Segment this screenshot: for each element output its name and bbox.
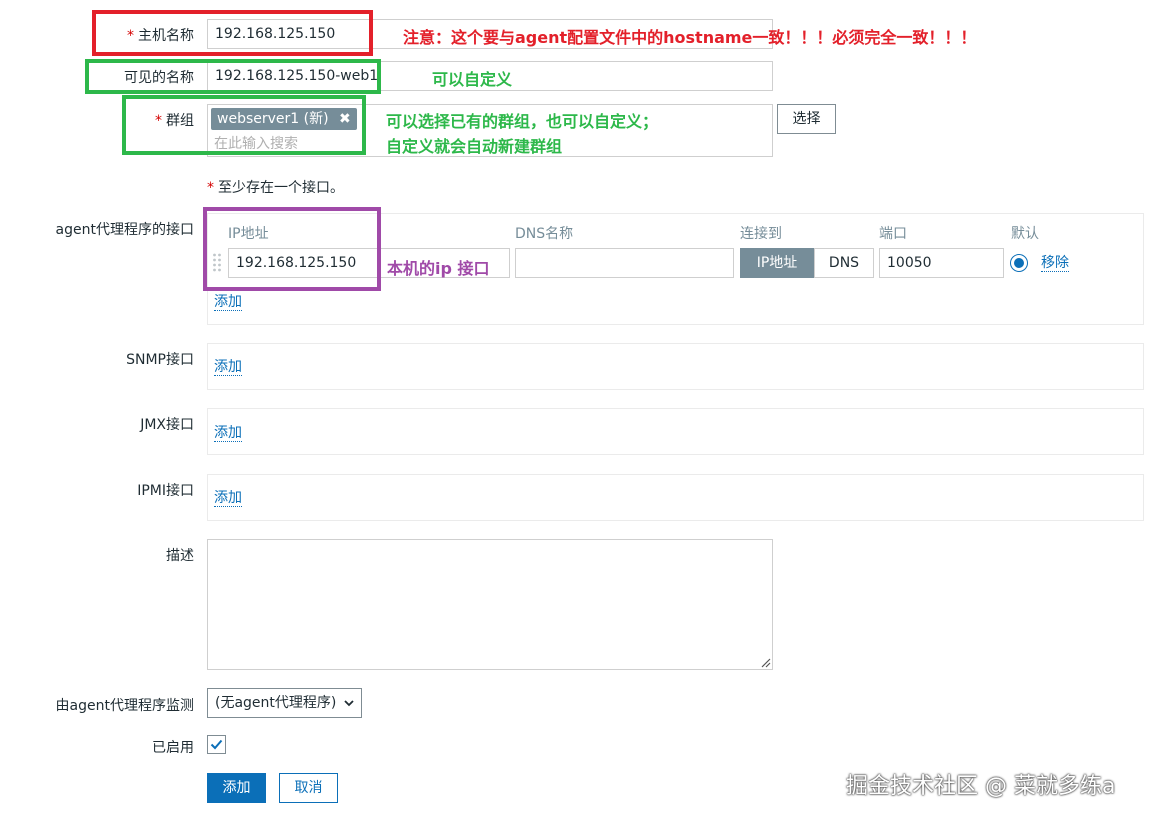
enabled-checkbox[interactable] [207, 735, 226, 754]
enabled-label: 已启用 [152, 740, 194, 756]
add-button[interactable]: 添加 [207, 773, 266, 803]
ipmi-panel [207, 474, 1144, 521]
group-note-line1: 可以选择已有的群组，也可以自定义； [386, 112, 659, 131]
header-connect-to: 连接到 [740, 226, 782, 242]
add-snmp-link[interactable]: 添加 [214, 359, 242, 376]
ip-highlight-box [203, 207, 381, 291]
check-icon [210, 739, 223, 750]
proxy-select[interactable]: (无agent代理程序) [207, 688, 362, 718]
interface-dns-input[interactable] [515, 248, 734, 278]
interface-notice: * 至少存在一个接口。 [207, 180, 344, 196]
interface-port-input[interactable]: 10050 [879, 248, 1004, 278]
header-default: 默认 [1011, 226, 1039, 242]
add-ipmi-link[interactable]: 添加 [214, 490, 242, 507]
agent-interfaces-label: agent代理程序的接口 [55, 222, 194, 238]
select-group-button[interactable]: 选择 [777, 104, 836, 134]
resize-handle-icon[interactable] [759, 656, 771, 668]
groups-highlight-box [122, 95, 366, 155]
snmp-label: SNMP接口 [126, 352, 194, 368]
description-label: 描述 [166, 548, 194, 564]
host-name-note: 注意：这个要与agent配置文件中的hostname一致！！！必须完全一致！！！ [403, 28, 977, 47]
snmp-panel [207, 343, 1144, 390]
remove-interface-link[interactable]: 移除 [1041, 255, 1069, 272]
connect-ip-toggle[interactable]: IP地址 [740, 248, 814, 278]
jmx-panel [207, 408, 1144, 455]
default-radio[interactable] [1010, 254, 1028, 272]
radio-dot-icon [1014, 258, 1024, 268]
visible-name-highlight-box [85, 59, 381, 94]
ipmi-label: IPMI接口 [137, 483, 194, 499]
chevron-down-icon [343, 697, 355, 709]
group-note-line2: 自定义就会自动新建群组 [386, 137, 563, 156]
cancel-button[interactable]: 取消 [279, 773, 338, 803]
connect-dns-toggle[interactable]: DNS [814, 248, 874, 278]
add-jmx-link[interactable]: 添加 [214, 425, 242, 442]
visible-name-note: 可以自定义 [432, 70, 513, 89]
header-port: 端口 [879, 226, 907, 242]
watermark: 掘金技术社区 @ 菜就多练a [846, 774, 1116, 799]
add-agent-interface-link[interactable]: 添加 [214, 294, 242, 311]
ip-note: 本机的ip 接口 [387, 259, 490, 278]
jmx-label: JMX接口 [140, 417, 194, 433]
proxy-label: 由agent代理程序监测 [55, 698, 194, 714]
header-dns: DNS名称 [515, 226, 574, 242]
host-name-highlight-box [92, 10, 373, 56]
description-textarea[interactable] [207, 539, 773, 670]
